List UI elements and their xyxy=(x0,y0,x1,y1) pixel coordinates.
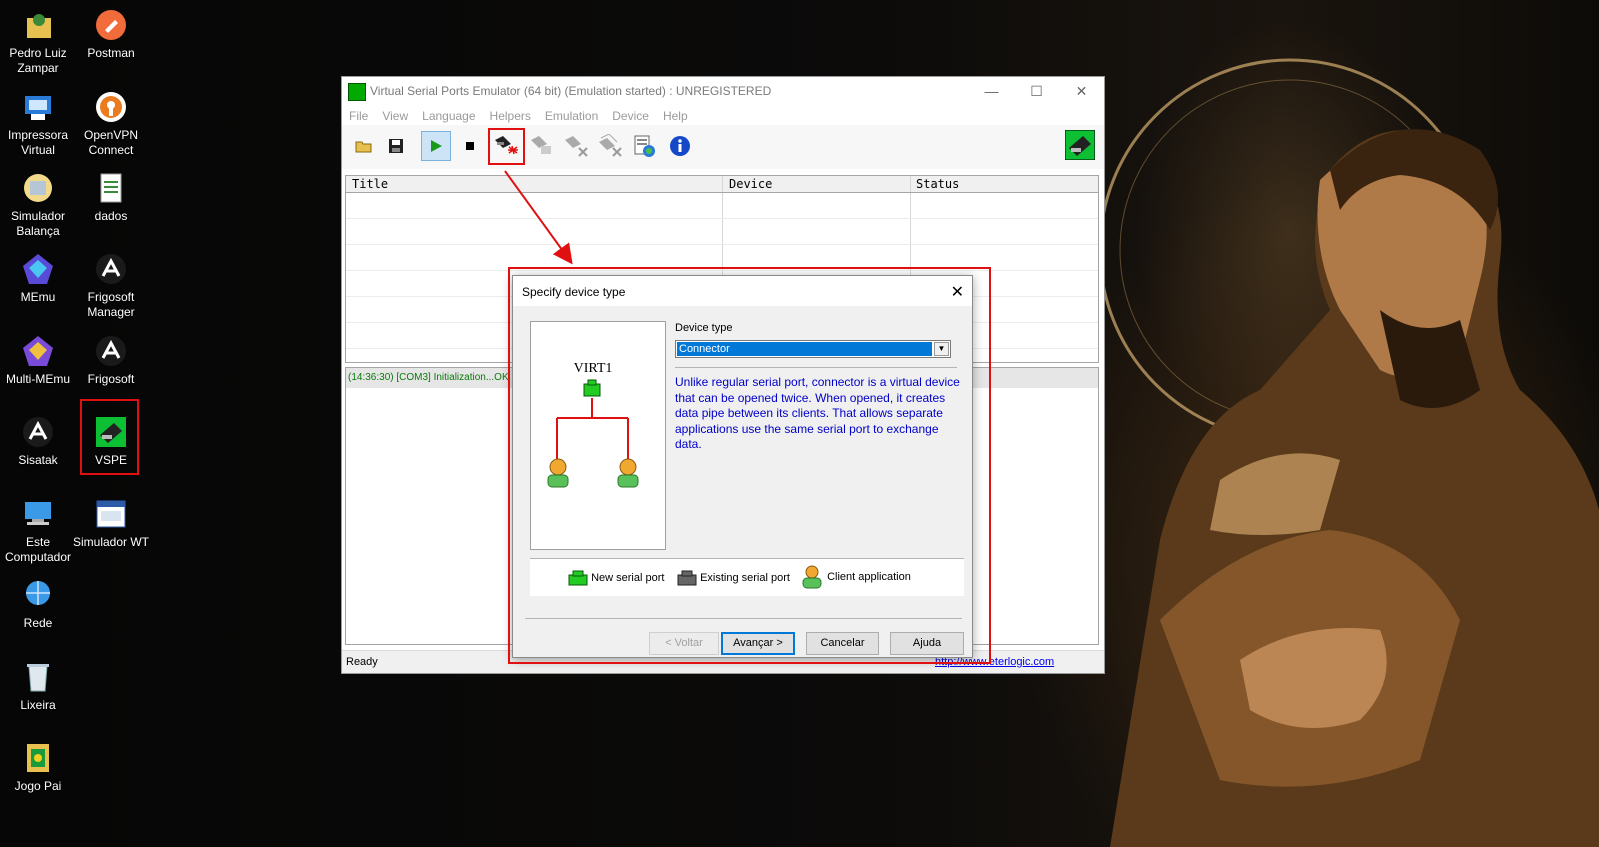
settings-icon xyxy=(634,135,655,157)
desktop-icon-dados[interactable]: dados xyxy=(73,171,149,224)
memu-icon xyxy=(21,252,55,286)
simulator-wt-icon xyxy=(94,497,128,531)
desktop-icon-jogo-pai[interactable]: Jogo Pai xyxy=(0,741,76,794)
save-button[interactable] xyxy=(381,131,411,161)
stop-emulation-button[interactable] xyxy=(455,131,485,161)
frigosoft-icon xyxy=(94,252,128,286)
info-icon xyxy=(670,136,690,156)
desktop-icon-impressora-virtual[interactable]: Impressora Virtual xyxy=(0,90,76,158)
desktop-icon-multi-memu[interactable]: Multi-MEmu xyxy=(0,334,76,387)
vspe-icon-highlight xyxy=(80,399,139,475)
edit-device-icon xyxy=(531,136,551,154)
network-icon xyxy=(21,578,55,612)
remove-all-icon xyxy=(599,134,622,157)
remove-device-icon xyxy=(565,136,588,157)
save-icon xyxy=(389,139,403,153)
close-button[interactable]: ✕ xyxy=(1059,77,1104,105)
column-status[interactable]: Status xyxy=(916,177,959,191)
minimize-button[interactable]: — xyxy=(969,77,1014,105)
desktop-icon-sisatak[interactable]: Sisatak xyxy=(0,415,76,468)
postman-icon xyxy=(94,8,128,42)
desktop-icon-openvpn-connect[interactable]: OpenVPN Connect xyxy=(73,90,149,158)
desktop-icon-rede[interactable]: Rede xyxy=(0,578,76,631)
dialog-highlight xyxy=(508,267,991,664)
settings-button[interactable] xyxy=(629,131,659,161)
column-device[interactable]: Device xyxy=(729,177,772,191)
menu-helpers[interactable]: Helpers xyxy=(483,105,538,123)
openvpn-icon xyxy=(94,90,128,124)
edit-device-button[interactable] xyxy=(527,131,557,161)
menu-emulation[interactable]: Emulation xyxy=(538,105,605,123)
menu-view[interactable]: View xyxy=(375,105,415,123)
app-icon xyxy=(348,83,366,101)
computer-icon xyxy=(21,497,55,531)
spreadsheet-file-icon xyxy=(94,171,128,205)
menu-device[interactable]: Device xyxy=(605,105,656,123)
maximize-button[interactable]: ☐ xyxy=(1014,77,1059,105)
table-row[interactable] xyxy=(346,219,1098,245)
remove-device-button[interactable] xyxy=(561,131,591,161)
recycle-bin-icon xyxy=(21,660,55,694)
title-bar[interactable]: Virtual Serial Ports Emulator (64 bit) (… xyxy=(342,77,1104,105)
desktop-icon-simulador-balanca[interactable]: Simulador Balança xyxy=(0,171,76,239)
menu-language[interactable]: Language xyxy=(415,105,482,123)
column-divider[interactable] xyxy=(910,176,911,192)
open-icon xyxy=(355,141,372,153)
printer-icon xyxy=(21,90,55,124)
desktop-icon-pedro-luiz-zampar[interactable]: Pedro Luiz Zampar xyxy=(0,8,76,76)
menu-file[interactable]: File xyxy=(342,105,375,123)
desktop-icon-frigosoft-manager[interactable]: Frigosoft Manager xyxy=(73,252,149,320)
play-icon xyxy=(431,140,442,152)
open-button[interactable] xyxy=(349,131,379,161)
vspe-logo-icon xyxy=(1065,130,1095,160)
column-title[interactable]: Title xyxy=(352,177,388,191)
desktop-icon-frigosoft[interactable]: Frigosoft xyxy=(73,334,149,387)
menu-bar: File View Language Helpers Emulation Device He… xyxy=(342,105,1104,125)
create-device-highlight xyxy=(488,128,525,165)
desktop-icon-postman[interactable]: Postman xyxy=(73,8,149,61)
multi-memu-icon xyxy=(21,334,55,368)
vspe-logo xyxy=(1064,129,1096,161)
game-folder-icon xyxy=(21,741,55,775)
stop-icon xyxy=(466,142,474,150)
menu-help[interactable]: Help xyxy=(656,105,695,123)
about-button[interactable] xyxy=(665,131,695,161)
remove-all-button[interactable] xyxy=(595,131,625,161)
status-text: Ready xyxy=(346,656,378,668)
window-title: Virtual Serial Ports Emulator (64 bit) (… xyxy=(370,84,772,98)
table-row[interactable] xyxy=(346,193,1098,219)
column-divider[interactable] xyxy=(722,176,723,192)
user-folder-icon xyxy=(21,8,55,42)
scale-simulator-icon xyxy=(21,171,55,205)
frigosoft-icon xyxy=(94,334,128,368)
start-emulation-button[interactable] xyxy=(421,131,451,161)
table-header: Title Device Status xyxy=(346,176,1098,193)
desktop-icon-simulador-wt[interactable]: Simulador WT xyxy=(73,497,149,550)
desktop-icon-lixeira[interactable]: Lixeira xyxy=(0,660,76,713)
toolbar xyxy=(342,125,1104,169)
desktop-icon-memu[interactable]: MEmu xyxy=(0,252,76,305)
desktop-icon-este-computador[interactable]: Este Computador xyxy=(0,497,76,565)
sisatak-icon xyxy=(21,415,55,449)
